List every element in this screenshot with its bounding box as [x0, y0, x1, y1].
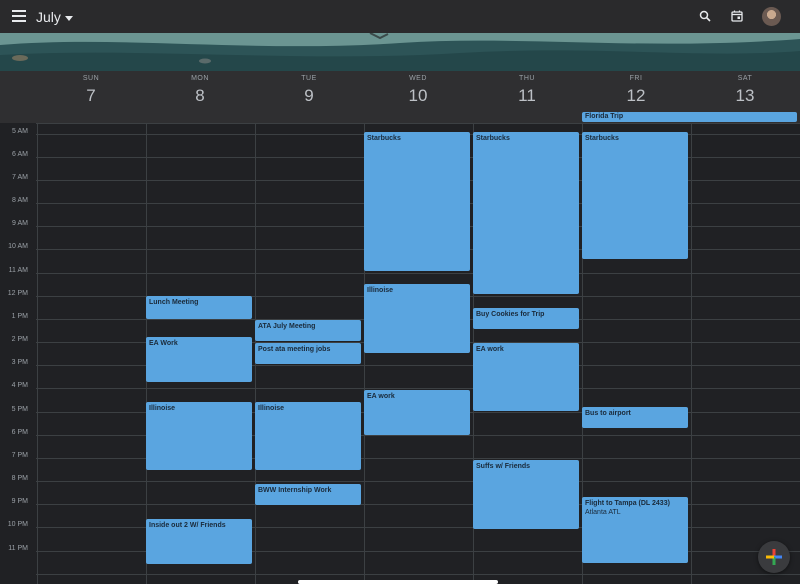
top-app-bar: July — [0, 0, 800, 33]
event-title: Inside out 2 W/ Friends — [149, 522, 226, 529]
calendar-event[interactable]: Illinoise — [364, 284, 470, 353]
event-title: BWW Internship Work — [258, 487, 332, 494]
event-title: Illinoise — [258, 405, 285, 412]
event-title: Bus to airport — [585, 410, 631, 417]
day-number[interactable]: 8 — [146, 86, 254, 106]
event-title: EA Work — [149, 340, 178, 347]
calendar-event[interactable]: EA work — [473, 343, 579, 411]
calendar-event[interactable]: Starbucks — [473, 132, 579, 294]
hour-label: 5 AM — [12, 128, 28, 135]
event-location: Atlanta ATL — [585, 509, 621, 516]
event-title: Lunch Meeting — [149, 299, 199, 306]
calendar-event[interactable]: EA work — [364, 390, 470, 435]
hour-label: 6 PM — [11, 429, 28, 436]
day-name: SUN — [82, 75, 100, 82]
hour-label: 10 AM — [8, 243, 28, 250]
all-day-event[interactable]: Florida Trip — [582, 112, 797, 122]
day-number[interactable]: 13 — [691, 86, 799, 106]
event-title: ATA July Meeting — [258, 323, 316, 330]
hour-label: 5 PM — [11, 406, 28, 413]
calendar-event[interactable]: Illinoise — [146, 402, 252, 470]
calendar-event[interactable]: Post ata meeting jobs — [255, 343, 361, 364]
calendar-event[interactable]: Bus to airport — [582, 407, 688, 428]
month-banner-illustration — [0, 33, 800, 71]
day-name: WED — [409, 75, 427, 82]
event-title: Illinoise — [367, 287, 394, 294]
day-number[interactable]: 12 — [582, 86, 690, 106]
day-name: FRI — [629, 75, 643, 82]
add-icon[interactable] — [758, 541, 790, 573]
event-title: Starbucks — [476, 135, 510, 142]
event-title: EA work — [476, 346, 504, 353]
hour-label: 7 AM — [12, 174, 28, 181]
day-number[interactable]: 10 — [364, 86, 472, 106]
hour-label: 1 PM — [11, 313, 28, 320]
event-title: EA work — [367, 393, 395, 400]
hour-label: 2 PM — [11, 336, 28, 343]
event-title: Suffs w/ Friends — [476, 463, 531, 470]
calendar-event[interactable]: Buy Cookies for Trip — [473, 308, 579, 329]
hour-label: 8 PM — [11, 475, 28, 482]
hour-label: 4 PM — [11, 382, 28, 389]
hour-line — [36, 123, 800, 124]
calendar-event[interactable]: Illinoise — [255, 402, 361, 470]
day-number[interactable]: 7 — [37, 86, 145, 106]
event-title: Illinoise — [149, 405, 176, 412]
hour-line — [36, 273, 800, 274]
hour-line — [36, 388, 800, 389]
hour-label: 11 AM — [8, 267, 28, 274]
event-title: Flight to Tampa (DL 2433) — [585, 500, 670, 507]
calendar-event[interactable]: Flight to Tampa (DL 2433) Atlanta ATL — [582, 497, 688, 563]
event-title: Starbucks — [585, 135, 619, 142]
menu-icon[interactable] — [12, 10, 26, 22]
user-avatar[interactable] — [762, 7, 781, 26]
day-number[interactable]: 11 — [473, 86, 581, 106]
calendar-event[interactable]: ATA July Meeting — [255, 320, 361, 341]
month-selector[interactable]: July — [36, 9, 73, 25]
calendar-event[interactable]: Lunch Meeting — [146, 296, 252, 319]
day-name: MON — [191, 75, 209, 82]
time-grid[interactable]: 5 AM 6 AM 7 AM 8 AM 9 AM 10 AM 11 AM 12 … — [0, 123, 800, 584]
day-column-divider — [691, 123, 692, 584]
hour-label: 11 PM — [8, 545, 28, 552]
day-name: SAT — [737, 75, 753, 82]
day-name: TUE — [301, 75, 317, 82]
hour-line — [36, 481, 800, 482]
hour-label: 3 PM — [11, 359, 28, 366]
calendar-event[interactable]: Starbucks — [582, 132, 688, 259]
hour-label: 9 AM — [12, 220, 28, 227]
hour-label: 6 AM — [12, 151, 28, 158]
hour-label: 8 AM — [12, 197, 28, 204]
day-column-divider — [37, 123, 38, 584]
calendar-event[interactable]: EA Work — [146, 337, 252, 382]
hour-label: 9 PM — [11, 498, 28, 505]
hour-label: 10 PM — [7, 521, 28, 528]
calendar-event[interactable]: Suffs w/ Friends — [473, 460, 579, 529]
day-number[interactable]: 9 — [255, 86, 363, 106]
event-title: Post ata meeting jobs — [258, 346, 331, 353]
hour-label: 7 PM — [11, 452, 28, 459]
calendar-today-icon[interactable] — [731, 10, 743, 22]
hour-label: 12 PM — [7, 290, 28, 297]
calendar-event[interactable]: Inside out 2 W/ Friends — [146, 519, 252, 564]
event-title: Starbucks — [367, 135, 401, 142]
search-icon[interactable] — [699, 10, 711, 22]
event-title: Buy Cookies for Trip — [476, 311, 545, 318]
calendar-event[interactable]: Starbucks — [364, 132, 470, 271]
day-name: THU — [519, 75, 535, 82]
dropdown-caret-icon — [64, 15, 73, 21]
month-label: July — [36, 9, 61, 25]
hour-line — [36, 574, 800, 575]
horizontal-scrollbar[interactable] — [298, 580, 498, 584]
calendar-event[interactable]: BWW Internship Work — [255, 484, 361, 505]
